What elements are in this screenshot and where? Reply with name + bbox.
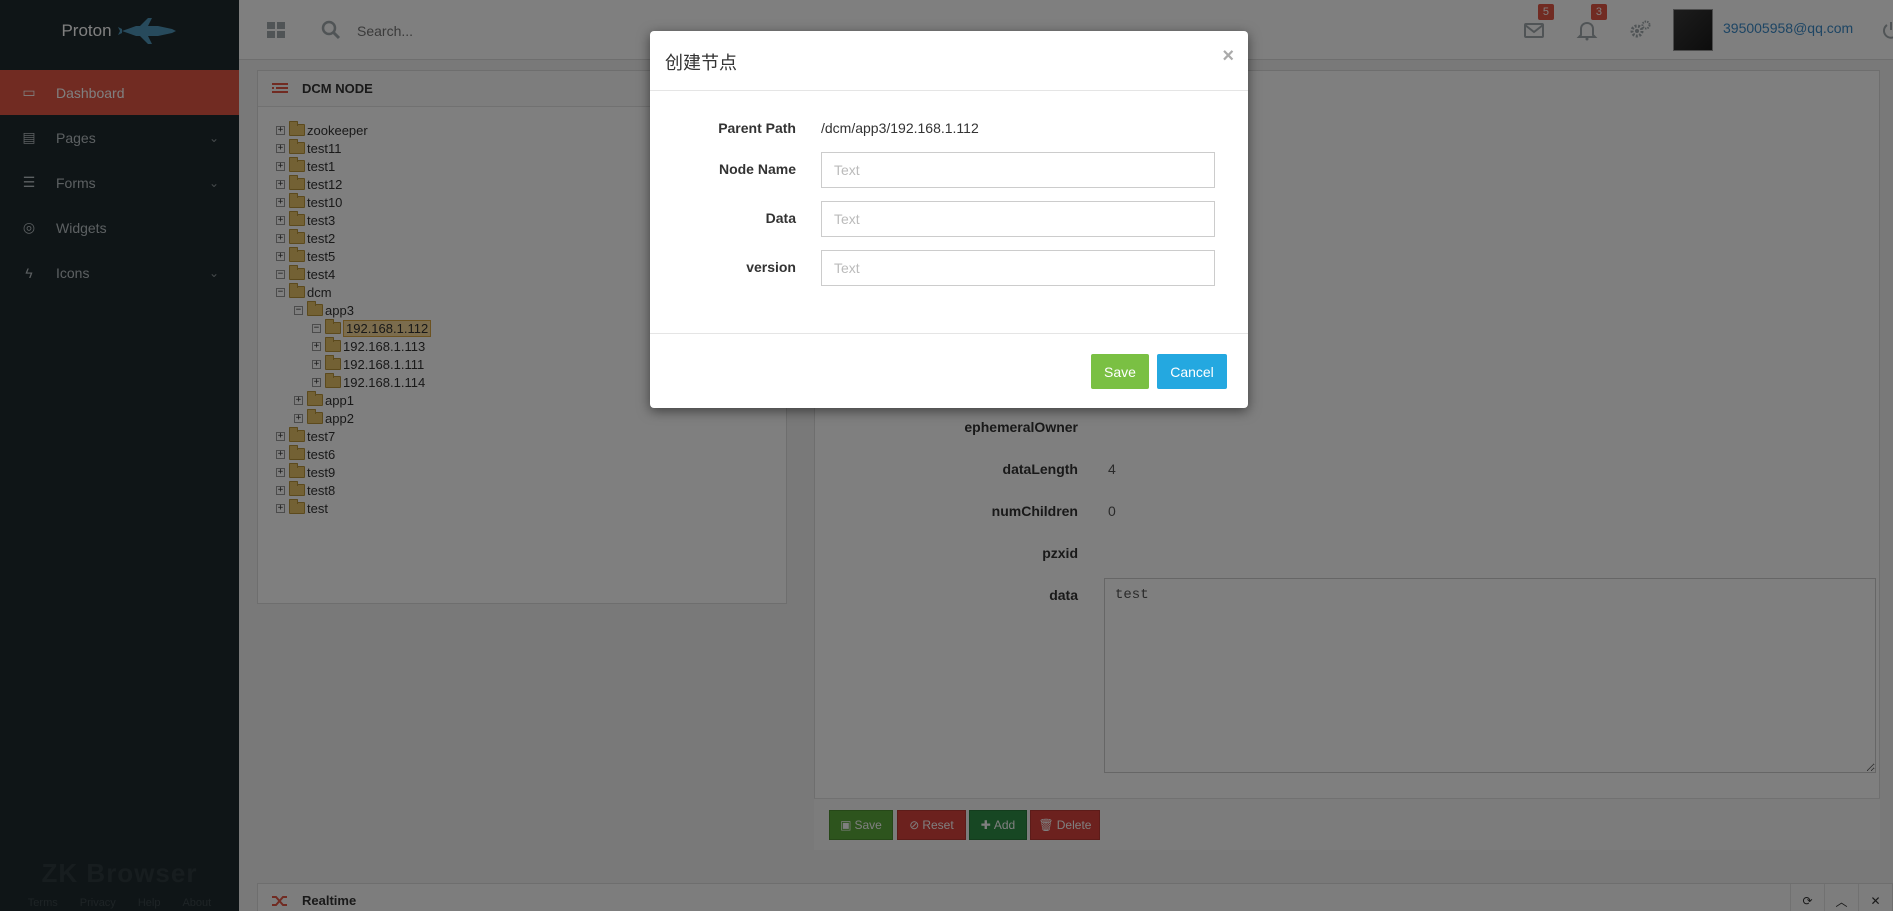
data-label: Data [765, 210, 796, 226]
parent-path-value: /dcm/app3/192.168.1.112 [821, 120, 979, 136]
version-row: version [650, 250, 1248, 286]
parent-path-label: Parent Path [718, 120, 796, 136]
dialog-header: 创建节点 × [650, 31, 1248, 91]
data-row: Data [650, 201, 1248, 237]
node-name-label: Node Name [718, 161, 796, 177]
node-name-row: Node Name [650, 152, 1248, 188]
dialog-title: 创建节点 [665, 53, 737, 74]
version-label: version [746, 259, 796, 275]
version-input[interactable] [821, 250, 1215, 286]
data-input[interactable] [821, 201, 1215, 237]
dialog-save-button[interactable]: Save [1091, 354, 1149, 389]
dialog-cancel-button[interactable]: Cancel [1157, 354, 1227, 389]
parent-path-row: Parent Path /dcm/app3/192.168.1.112 [650, 111, 1248, 147]
node-name-input[interactable] [821, 152, 1215, 188]
dialog-close-button[interactable]: × [1222, 45, 1234, 68]
create-node-dialog: 创建节点 × Parent Path /dcm/app3/192.168.1.1… [650, 31, 1248, 408]
dialog-footer: Save Cancel [650, 333, 1248, 408]
